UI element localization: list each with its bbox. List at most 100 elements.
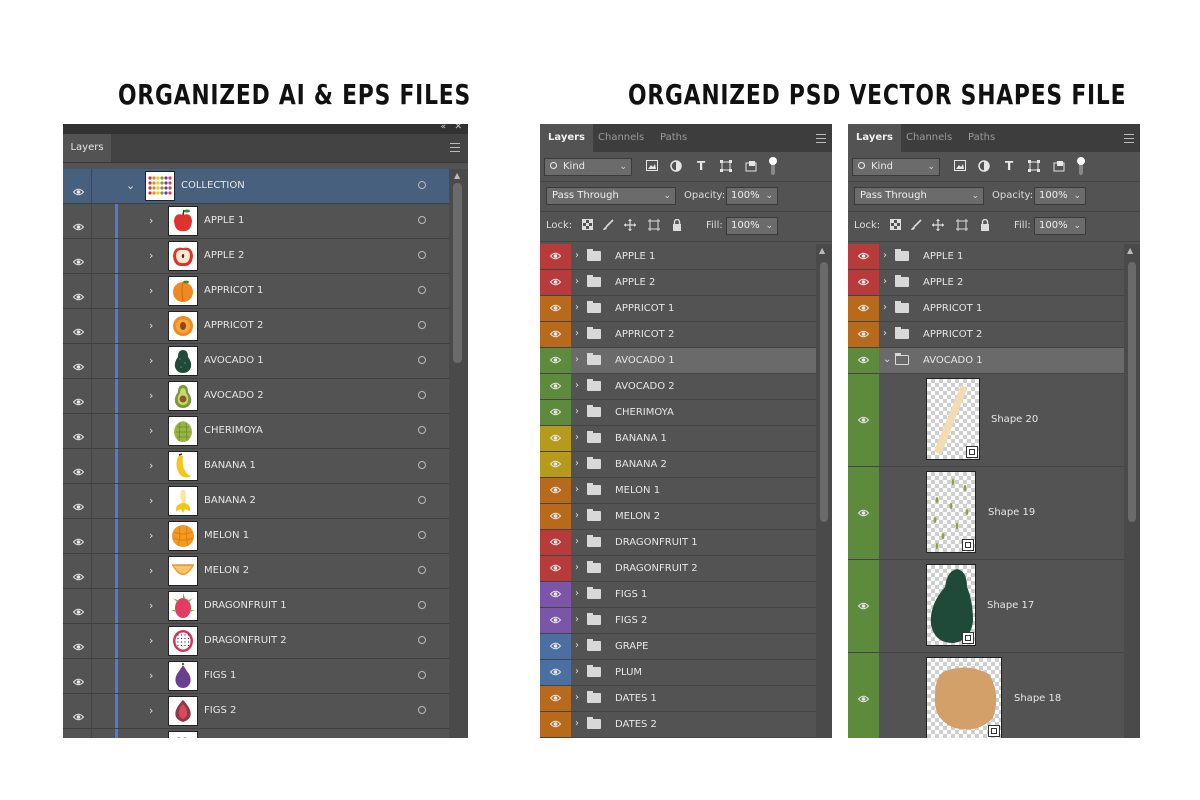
chevron-right-icon[interactable]: › [575, 302, 579, 313]
layer-row[interactable]: › AVOCADO 1 [63, 344, 449, 379]
chevron-right-icon[interactable]: › [149, 459, 153, 472]
chevron-right-icon[interactable]: › [575, 276, 579, 287]
layer-group-row[interactable]: › APPLE 1 [848, 244, 1124, 270]
panel-menu-icon[interactable] [1124, 134, 1134, 146]
eye-icon[interactable] [540, 686, 571, 711]
eye-icon[interactable] [72, 636, 85, 651]
chevron-right-icon[interactable]: › [575, 666, 579, 677]
lock-artboard-icon[interactable] [648, 219, 660, 234]
target-circle-icon[interactable] [418, 251, 426, 259]
blend-mode-select[interactable]: Pass Through ⌄ [546, 187, 676, 205]
chevron-right-icon[interactable]: › [149, 389, 153, 402]
chevron-right-icon[interactable]: › [883, 328, 887, 339]
shape-layer-row[interactable]: Shape 20 [848, 374, 1124, 467]
chevron-right-icon[interactable]: › [149, 704, 153, 717]
eye-icon[interactable] [540, 660, 571, 685]
lock-brush-icon[interactable] [602, 219, 614, 234]
chevron-right-icon[interactable]: › [149, 494, 153, 507]
chevron-right-icon[interactable]: › [149, 634, 153, 647]
tab-layers[interactable]: Layers [540, 124, 593, 152]
eye-icon[interactable] [540, 530, 571, 555]
target-circle-icon[interactable] [418, 356, 426, 364]
chevron-right-icon[interactable]: › [575, 328, 579, 339]
target-circle-icon[interactable] [418, 391, 426, 399]
lock-move-icon[interactable] [624, 219, 636, 234]
chevron-right-icon[interactable]: › [149, 354, 153, 367]
chevron-right-icon[interactable]: › [149, 599, 153, 612]
eye-icon[interactable] [540, 478, 571, 503]
eye-icon[interactable] [848, 296, 879, 321]
chevron-right-icon[interactable]: › [575, 536, 579, 547]
layer-row[interactable]: › APPLE 1 [63, 204, 449, 239]
target-circle-icon[interactable] [418, 671, 426, 679]
target-circle-icon[interactable] [418, 496, 426, 504]
tab-layers[interactable]: Layers [63, 134, 111, 162]
layer-row[interactable]: › APPRICOT 1 [63, 274, 449, 309]
layer-row[interactable]: › APPRICOT 2 [63, 309, 449, 344]
eye-icon[interactable] [540, 504, 571, 529]
scroll-up-icon[interactable]: ▲ [1127, 246, 1133, 255]
chevron-right-icon[interactable]: › [575, 354, 579, 365]
eye-icon[interactable] [540, 244, 571, 269]
target-circle-icon[interactable] [418, 601, 426, 609]
layer-group-row[interactable]: › APPRICOT 2 [540, 322, 816, 348]
tab-layers[interactable]: Layers [848, 124, 901, 152]
eye-icon[interactable] [72, 671, 85, 686]
chevron-right-icon[interactable]: › [575, 380, 579, 391]
eye-icon[interactable] [540, 634, 571, 659]
layer-group-row[interactable]: › GRAPE [540, 634, 816, 660]
tab-channels[interactable]: Channels [906, 124, 952, 152]
layer-group-row[interactable]: › BANANA 1 [540, 426, 816, 452]
chevron-right-icon[interactable]: › [575, 640, 579, 651]
layer-group-row[interactable]: › DATES 1 [540, 686, 816, 712]
eye-icon[interactable] [540, 374, 571, 399]
ps1-scrollbar[interactable]: ▲ [816, 244, 832, 738]
layer-row[interactable]: › CHERIMOYA [63, 414, 449, 449]
eye-icon[interactable] [72, 461, 85, 476]
scroll-thumb[interactable] [453, 183, 462, 363]
scroll-thumb[interactable] [1128, 262, 1136, 522]
eye-icon[interactable] [540, 270, 571, 295]
pixel-filter-icon[interactable] [646, 160, 658, 173]
layer-group-row[interactable]: › APPRICOT 2 [848, 322, 1124, 348]
target-circle-icon[interactable] [418, 566, 426, 574]
eye-icon[interactable] [540, 608, 571, 633]
layer-row[interactable]: › AVOCADO 2 [63, 379, 449, 414]
tab-channels[interactable]: Channels [598, 124, 644, 152]
target-circle-icon[interactable] [418, 181, 426, 189]
layer-group-row[interactable]: › MELON 2 [540, 504, 816, 530]
pixel-filter-icon[interactable] [954, 160, 966, 173]
layer-row[interactable]: › MELON 2 [63, 554, 449, 589]
type-filter-icon[interactable]: T [697, 160, 705, 172]
layer-row-collection[interactable]: ⌄ COLLECTION [63, 169, 449, 204]
layer-group-row[interactable]: › PLUM [540, 660, 816, 686]
target-circle-icon[interactable] [418, 531, 426, 539]
chevron-down-icon[interactable]: ⌄ [126, 179, 135, 192]
chevron-right-icon[interactable]: › [883, 302, 887, 313]
tab-paths[interactable]: Paths [968, 124, 995, 152]
chevron-right-icon[interactable]: › [575, 458, 579, 469]
layer-row[interactable]: › MELON 1 [63, 519, 449, 554]
layer-group-row[interactable]: › APPRICOT 1 [540, 296, 816, 322]
eye-icon[interactable] [540, 296, 571, 321]
chevron-right-icon[interactable]: › [149, 214, 153, 227]
eye-icon[interactable] [848, 560, 879, 652]
panel-menu-icon[interactable] [450, 143, 460, 155]
target-circle-icon[interactable] [418, 426, 426, 434]
close-icon[interactable]: ✕ [454, 124, 462, 132]
target-circle-icon[interactable] [418, 216, 426, 224]
eye-icon[interactable] [72, 601, 85, 616]
adjustment-filter-icon[interactable] [670, 160, 682, 174]
chevron-right-icon[interactable]: › [883, 250, 887, 261]
chevron-right-icon[interactable]: › [575, 588, 579, 599]
lock-transparent-icon[interactable] [890, 219, 901, 233]
lock-transparent-icon[interactable] [582, 219, 593, 233]
layer-group-row[interactable]: › CHERIMOYA [540, 400, 816, 426]
shape-layer-row[interactable]: Shape 19 [848, 467, 1124, 560]
eye-icon[interactable] [540, 712, 571, 737]
chevron-right-icon[interactable]: › [575, 510, 579, 521]
chevron-right-icon[interactable]: › [149, 424, 153, 437]
eye-icon[interactable] [540, 556, 571, 581]
chevron-right-icon[interactable]: › [575, 718, 579, 729]
scroll-up-icon[interactable]: ▲ [454, 171, 460, 180]
